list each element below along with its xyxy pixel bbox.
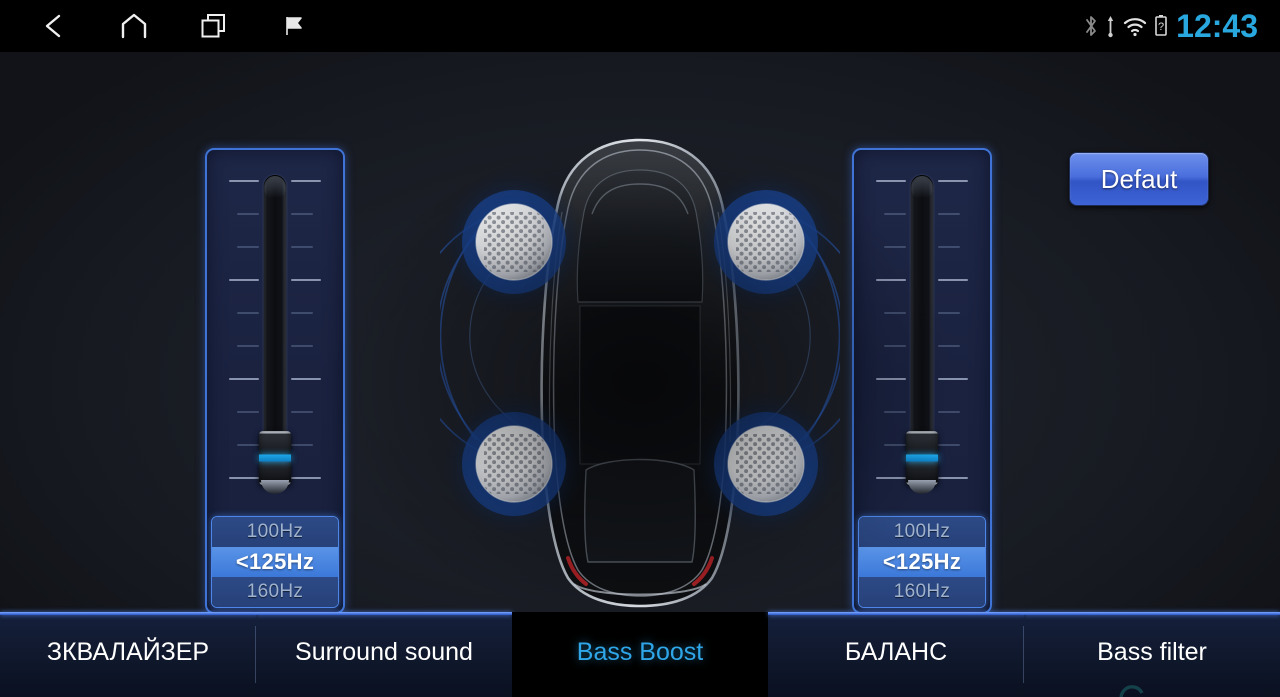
tab-bass-filter[interactable]: Bass filter [1024, 612, 1280, 697]
tab-surround-sound[interactable]: Surround sound [256, 612, 512, 697]
tick-mark [884, 444, 906, 446]
bluetooth-icon [1086, 16, 1097, 36]
tick-mark [291, 477, 321, 479]
tick-mark [938, 246, 960, 248]
tick-mark [291, 180, 321, 182]
rear-bass-slider-panel[interactable]: 100Hz <125Hz 160Hz [852, 148, 992, 612]
speaker-rear-left[interactable] [442, 392, 586, 536]
rear-frequency-selector[interactable]: 100Hz <125Hz 160Hz [858, 516, 986, 608]
status-bar: ? 12:43 [0, 0, 1280, 52]
tick-mark [291, 246, 313, 248]
tick-mark [876, 378, 906, 380]
recents-button[interactable] [174, 0, 254, 52]
rear-freq-option-125[interactable]: <125Hz [859, 547, 985, 577]
home-icon [121, 13, 147, 39]
tab-bass-filter-label: Bass filter [1097, 638, 1207, 666]
tick-mark [237, 312, 259, 314]
tick-mark [938, 180, 968, 182]
status-clock: 12:43 [1176, 8, 1258, 44]
flag-icon [286, 17, 302, 35]
tick-mark [229, 477, 259, 479]
tick-mark [291, 213, 313, 215]
recent-apps-icon [201, 14, 225, 38]
tick-mark [884, 345, 906, 347]
chevron-left-icon [45, 14, 61, 38]
main-content: 100Hz <125Hz 160Hz 100Hz <125Hz 160Hz De… [0, 52, 1280, 612]
bottom-tab-bar: ЗКВАЛАЙЗЕР Surround sound Bass Boost БАЛ… [0, 612, 1280, 697]
tick-mark [229, 180, 259, 182]
front-frequency-selector[interactable]: 100Hz <125Hz 160Hz [211, 516, 339, 608]
rear-slider-knob[interactable] [906, 431, 938, 494]
usb-icon [1107, 16, 1114, 38]
tick-mark [938, 345, 960, 347]
tick-mark [938, 213, 960, 215]
tick-mark [876, 477, 906, 479]
tick-mark [938, 279, 968, 281]
speaker-rear-right[interactable] [694, 392, 838, 536]
front-freq-option-125[interactable]: <125Hz [212, 547, 338, 577]
front-slider-track-area[interactable] [207, 150, 343, 535]
tick-mark [237, 345, 259, 347]
tick-mark [876, 279, 906, 281]
speaker-front-left[interactable] [442, 170, 586, 314]
speaker-front-right[interactable] [694, 170, 838, 314]
default-button[interactable]: Defaut [1069, 152, 1209, 206]
tick-mark [229, 378, 259, 380]
tick-mark [876, 180, 906, 182]
tab-bass-boost[interactable]: Bass Boost [512, 612, 768, 697]
tick-mark [938, 411, 960, 413]
front-slider-knob[interactable] [259, 431, 291, 494]
navigation-buttons [14, 0, 334, 52]
tick-mark [237, 444, 259, 446]
tab-bass-boost-label: Bass Boost [576, 638, 704, 666]
tick-mark [291, 444, 313, 446]
tick-mark [237, 411, 259, 413]
front-bass-slider-panel[interactable]: 100Hz <125Hz 160Hz [205, 148, 345, 612]
car-speaker-diagram [440, 92, 840, 612]
svg-text:?: ? [1158, 21, 1164, 33]
tab-balance[interactable]: БАЛАНС [768, 612, 1024, 697]
tick-mark [237, 213, 259, 215]
tick-mark [884, 312, 906, 314]
tick-mark [938, 444, 960, 446]
tab-balance-label: БАЛАНС [844, 638, 948, 666]
tab-equalizer[interactable]: ЗКВАЛАЙЗЕР [0, 612, 256, 697]
front-freq-option-160[interactable]: 160Hz [212, 577, 338, 607]
rear-freq-option-100[interactable]: 100Hz [859, 517, 985, 547]
tick-mark [291, 411, 313, 413]
back-button[interactable] [14, 0, 94, 52]
wifi-icon [1124, 18, 1147, 37]
car-top-view-graphic [440, 138, 840, 608]
flag-button[interactable] [254, 0, 334, 52]
battery-unknown-icon: ? [1155, 15, 1167, 36]
tick-mark [291, 378, 321, 380]
tick-mark [291, 279, 321, 281]
tick-mark [291, 345, 313, 347]
car-audio-screen: ? 12:43 100Hz <125Hz 160Hz 100Hz <125Hz … [0, 0, 1280, 697]
tick-mark [938, 477, 968, 479]
rear-slider-track-area[interactable] [854, 150, 990, 535]
home-button[interactable] [94, 0, 174, 52]
tick-mark [237, 246, 259, 248]
tick-mark [291, 312, 313, 314]
tick-mark [884, 411, 906, 413]
tick-mark [884, 213, 906, 215]
rear-freq-option-160[interactable]: 160Hz [859, 577, 985, 607]
front-freq-option-100[interactable]: 100Hz [212, 517, 338, 547]
tick-mark [938, 378, 968, 380]
tab-equalizer-label: ЗКВАЛАЙЗЕР [46, 638, 210, 666]
tick-mark [229, 279, 259, 281]
tick-mark [884, 246, 906, 248]
system-status-icons: ? [1083, 13, 1169, 39]
tick-mark [938, 312, 960, 314]
tab-surround-sound-label: Surround sound [295, 638, 473, 666]
